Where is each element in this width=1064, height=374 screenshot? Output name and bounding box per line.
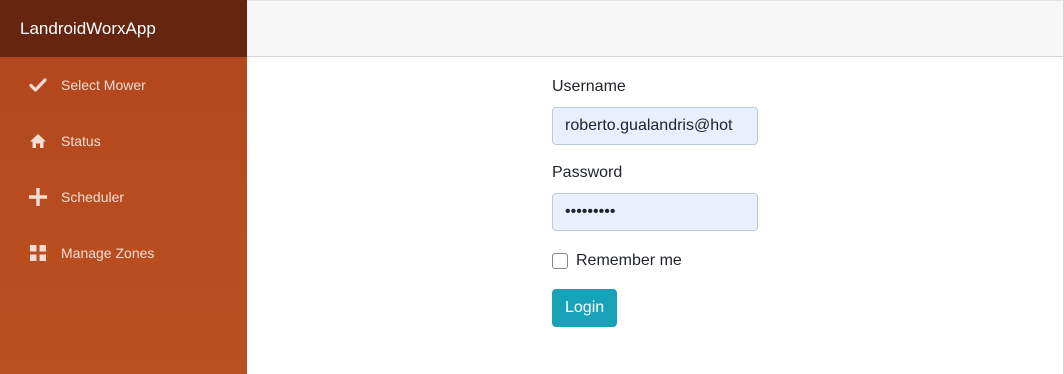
sidebar-item-manage-zones[interactable]: Manage Zones bbox=[0, 225, 247, 281]
username-input[interactable] bbox=[552, 107, 758, 145]
main-content: Username Password Remember me Login bbox=[247, 57, 1064, 374]
login-button[interactable]: Login bbox=[552, 289, 618, 327]
remember-me-label[interactable]: Remember me bbox=[576, 252, 682, 270]
password-input[interactable] bbox=[552, 193, 758, 231]
home-icon bbox=[28, 131, 48, 151]
sidebar-item-label: Select Mower bbox=[61, 77, 146, 93]
sidebar-item-select-mower[interactable]: Select Mower bbox=[0, 57, 247, 113]
top-bar bbox=[247, 0, 1064, 57]
remember-me-checkbox[interactable] bbox=[552, 253, 568, 269]
check-icon bbox=[28, 75, 48, 95]
sidebar-item-label: Manage Zones bbox=[61, 245, 155, 261]
app-title[interactable]: LandroidWorxApp bbox=[20, 19, 156, 39]
remember-me-row: Remember me bbox=[552, 251, 762, 271]
plus-icon bbox=[28, 187, 48, 207]
username-label: Username bbox=[552, 78, 626, 95]
sidebar-item-status[interactable]: Status bbox=[0, 113, 247, 169]
sidebar-item-label: Status bbox=[61, 133, 101, 149]
app-brand[interactable]: LandroidWorxApp bbox=[0, 0, 247, 57]
sidebar: LandroidWorxApp Select Mower Status Sche… bbox=[0, 0, 247, 374]
grid-icon bbox=[28, 243, 48, 263]
login-form: Username Password Remember me Login bbox=[552, 77, 762, 327]
password-label: Password bbox=[552, 164, 623, 181]
sidebar-item-label: Scheduler bbox=[61, 189, 125, 205]
sidebar-item-scheduler[interactable]: Scheduler bbox=[0, 169, 247, 225]
sidebar-nav: Select Mower Status Scheduler Manage Zon… bbox=[0, 57, 247, 281]
